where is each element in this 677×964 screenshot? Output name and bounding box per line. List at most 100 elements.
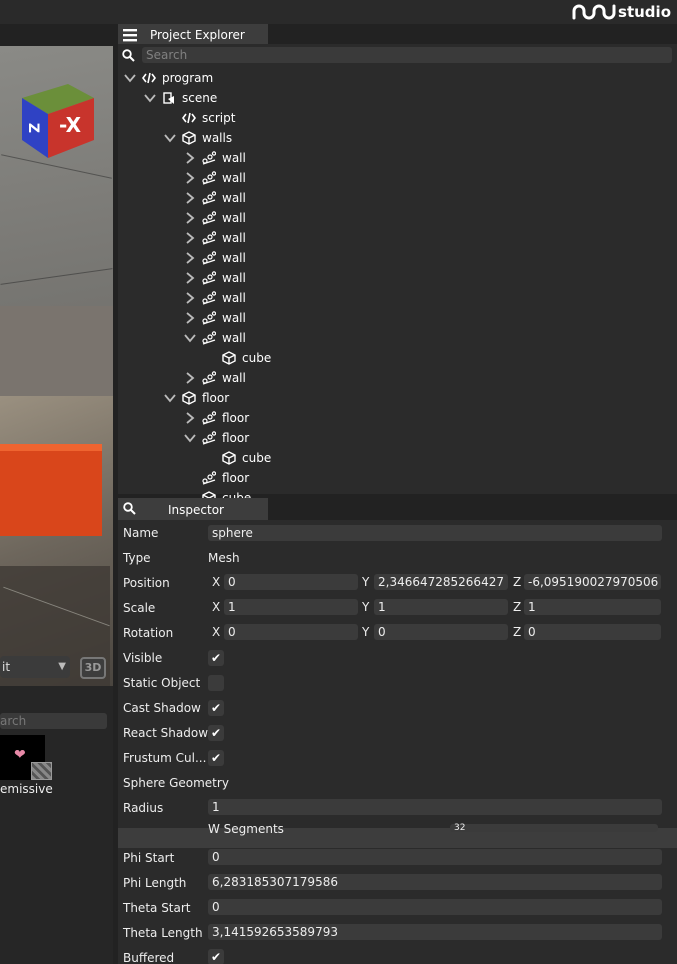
tree-item-label: cube [242,351,272,365]
rotation-y-input[interactable]: 0 [374,624,508,640]
tree-item-label: floor [222,431,250,445]
logo-mark-icon [572,4,616,20]
chevron-right-icon[interactable] [184,292,196,304]
chevron-down-icon[interactable] [144,92,156,104]
view-3d-button[interactable]: 3D [80,657,106,679]
chevron-right-icon[interactable] [184,372,196,384]
tile-line [0,268,113,285]
rotation-y-axis: Y [362,625,370,639]
visible-checkbox[interactable]: ✔ [208,650,224,666]
scale-z-input[interactable]: 1 [524,599,661,615]
position-x-input[interactable]: 0 [224,574,358,590]
phi-start-input[interactable]: 0 [208,849,662,865]
phi-length-input[interactable]: 6,283185307179586 [208,874,662,890]
orientation-gizmo-icon[interactable]: -X Z [18,80,94,160]
react-shadow-checkbox[interactable]: ✔ [208,725,224,741]
camera-mode-select[interactable]: it ▼ [0,656,70,678]
tree-item-label: scene [182,91,218,105]
tree-item-label: wall [222,251,246,265]
tree-item-label: wall [222,211,246,225]
segments-label: W Segments [208,822,284,836]
segments-input[interactable]: 32 [450,824,658,833]
position-y-input[interactable]: 2,346647285266427 [374,574,508,590]
project-explorer-tab[interactable]: Project Explorer [118,24,268,46]
chevron-right-icon[interactable] [184,232,196,244]
chevron-down-icon[interactable] [124,72,136,84]
frustum-culled-checkbox[interactable]: ✔ [208,750,224,766]
chevron-right-icon[interactable] [184,252,196,264]
type-value: Mesh [208,551,240,565]
scale-label: Scale [123,601,156,615]
chevron-down-icon[interactable] [164,392,176,404]
scale-x-axis: X [212,600,221,614]
search-icon [122,49,135,62]
material-preview-icon [31,762,52,780]
camera-mode-value: it [2,660,11,674]
tree-item-label: wall [222,231,246,245]
chevron-right-icon[interactable] [184,312,196,324]
group-icon [202,371,216,385]
menu-icon[interactable] [123,28,137,42]
scene-viewport[interactable]: -X Z it ▼ 3D [0,46,113,686]
tree-item-label: script [202,111,236,125]
orange-portal [0,451,102,536]
buffered-checkbox[interactable]: ✔ [208,949,224,964]
radius-input[interactable]: 1 [208,799,662,815]
tree-item-label: wall [222,171,246,185]
code-icon [182,112,196,124]
tree-item-label: floor [202,391,230,405]
inspector-tab[interactable]: Inspector [118,498,268,520]
viewport-toolbar: it ▼ 3D [0,650,113,684]
name-label: Name [123,526,159,540]
theta-length-input[interactable]: 3,141592653589793 [208,924,662,940]
search-icon [123,502,136,515]
asset-search-input[interactable]: arch [0,713,107,729]
scale-x-input[interactable]: 1 [224,599,358,615]
name-input[interactable]: sphere [208,525,662,541]
react-shadow-label: React Shadow [123,726,209,740]
radius-label: Radius [123,801,164,815]
chevron-down-icon: ▼ [58,661,66,672]
logo-text: studio [618,3,671,21]
cast-shadow-checkbox[interactable]: ✔ [208,700,224,716]
tree-item-label: wall [222,291,246,305]
group-icon [202,151,216,165]
phi-start-label: Phi Start [123,851,175,865]
group-icon [202,311,216,325]
explorer-search-row: Search [118,47,677,65]
tree-item-label: wall [222,271,246,285]
type-label: Type [123,551,151,565]
tree-item-label: cube [242,451,272,465]
chevron-down-icon[interactable] [184,432,196,444]
group-icon [202,231,216,245]
cast-shadow-label: Cast Shadow [123,701,201,715]
chevron-right-icon[interactable] [184,412,196,424]
rotation-z-input[interactable]: 0 [524,624,661,640]
chevron-right-icon[interactable] [184,172,196,184]
chevron-right-icon[interactable] [184,212,196,224]
chevron-right-icon[interactable] [184,272,196,284]
rotation-x-input[interactable]: 0 [224,624,358,640]
group-icon [202,411,216,425]
gizmo-x-label: -X [59,113,82,137]
position-y-axis: Y [362,575,370,589]
scale-z-axis: Z [513,600,522,614]
nunu-studio-logo: studio [572,1,671,23]
scale-y-input[interactable]: 1 [374,599,508,615]
buffered-label: Buffered [123,951,175,964]
explorer-search-input[interactable]: Search [142,47,672,63]
position-z-input[interactable]: -6,095190027970506 [524,574,661,590]
chevron-down-icon[interactable] [164,132,176,144]
heart-icon: ❤ [14,747,26,763]
chevron-right-icon[interactable] [184,192,196,204]
cube-icon [182,391,196,405]
asset-label: emissive [0,782,53,796]
frustum-culled-label: Frustum Cul... [123,751,207,765]
chevron-down-icon[interactable] [184,332,196,344]
theta-start-input[interactable]: 0 [208,899,662,915]
static-object-checkbox[interactable] [208,675,224,691]
tree-item-label: wall [222,311,246,325]
chevron-right-icon[interactable] [184,152,196,164]
scene-icon [163,92,174,104]
group-icon [202,251,216,265]
